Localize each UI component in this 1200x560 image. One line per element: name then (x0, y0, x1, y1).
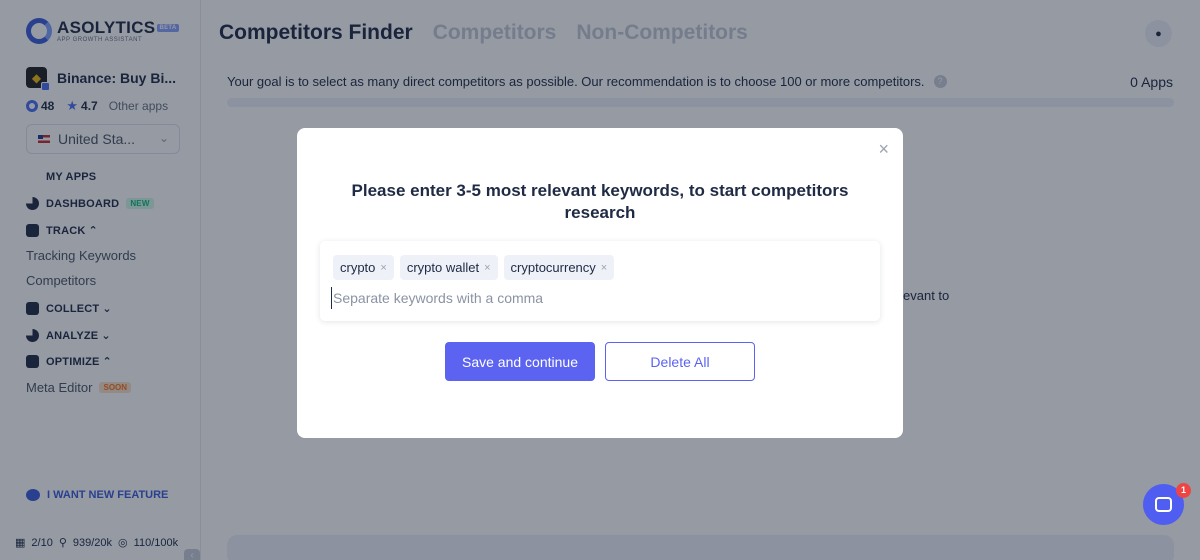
delete-all-button[interactable]: Delete All (605, 342, 755, 381)
keyword-chips: crypto × crypto wallet × cryptocurrency … (333, 255, 620, 280)
keyword-chip: crypto wallet × (399, 255, 498, 280)
chat-unread-badge: 1 (1176, 483, 1191, 498)
keyword-chip-label: crypto wallet (406, 260, 480, 275)
modal-title: Please enter 3-5 most relevant keywords,… (351, 181, 849, 222)
chat-icon (1155, 497, 1172, 512)
keyword-chip-label: crypto (340, 260, 376, 275)
keyword-chip: crypto × (333, 255, 394, 280)
remove-keyword-icon[interactable]: × (484, 262, 490, 274)
keywords-modal: × Please enter 3-5 most relevant keyword… (297, 128, 903, 438)
close-icon[interactable]: × (878, 140, 889, 158)
remove-keyword-icon[interactable]: × (380, 262, 386, 274)
keyword-input[interactable] (331, 287, 851, 309)
save-and-continue-button[interactable]: Save and continue (445, 342, 595, 381)
keywords-field[interactable]: crypto × crypto wallet × cryptocurrency … (320, 241, 880, 321)
keyword-chip: cryptocurrency × (503, 255, 615, 280)
keyword-chip-label: cryptocurrency (510, 260, 596, 275)
remove-keyword-icon[interactable]: × (601, 262, 607, 274)
